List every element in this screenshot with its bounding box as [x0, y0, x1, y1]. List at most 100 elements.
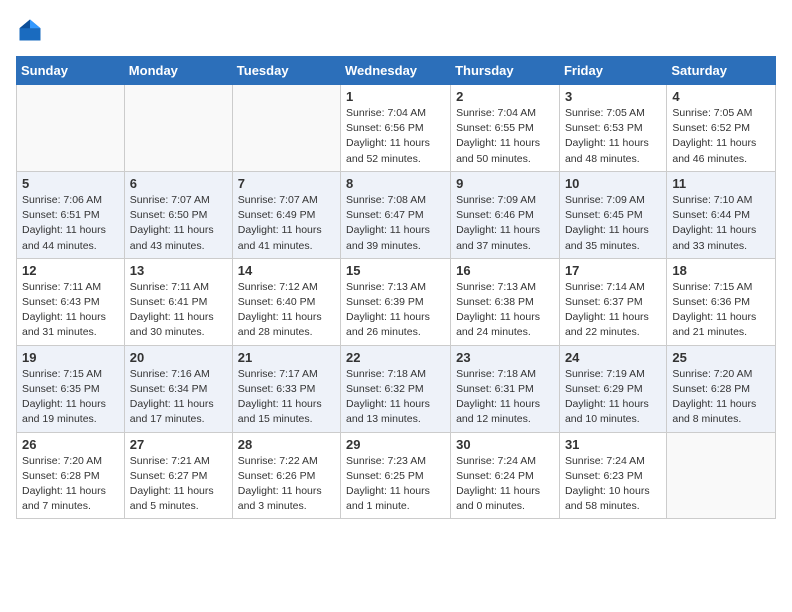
calendar-cell — [232, 85, 340, 172]
calendar-cell: 12 Sunrise: 7:11 AM Sunset: 6:43 PM Dayli… — [17, 258, 125, 345]
day-info: Sunrise: 7:05 AM Sunset: 6:52 PM Dayligh… — [672, 106, 770, 167]
day-info: Sunrise: 7:15 AM Sunset: 6:36 PM Dayligh… — [672, 280, 770, 341]
day-number: 24 — [565, 350, 661, 365]
day-info: Sunrise: 7:24 AM Sunset: 6:24 PM Dayligh… — [456, 454, 554, 515]
calendar-cell: 30Sunrise: 7:24 AM Sunset: 6:24 PM Dayli… — [451, 432, 560, 519]
calendar-cell: 28 Sunrise: 7:22 AM Sunset: 6:26 PM Dayli… — [232, 432, 340, 519]
day-number: 22 — [346, 350, 445, 365]
day-info: Sunrise: 7:23 AM Sunset: 6:25 PM Dayligh… — [346, 454, 445, 515]
calendar-cell: 14 Sunrise: 7:12 AM Sunset: 6:40 PM Dayli… — [232, 258, 340, 345]
calendar-cell: 25 Sunrise: 7:20 AM Sunset: 6:28 PM Dayli… — [667, 345, 776, 432]
day-number: 26 — [22, 437, 119, 452]
day-info: Sunrise: 7:09 AM Sunset: 6:46 PM Dayligh… — [456, 193, 554, 254]
calendar-cell: 26 Sunrise: 7:20 AM Sunset: 6:28 PM Dayli… — [17, 432, 125, 519]
weekday-header: Thursday — [451, 57, 560, 85]
weekday-header: Saturday — [667, 57, 776, 85]
day-info: Sunrise: 7:04 AM Sunset: 6:56 PM Dayligh… — [346, 106, 445, 167]
day-number: 2 — [456, 89, 554, 104]
calendar-cell: 23 Sunrise: 7:18 AM Sunset: 6:31 PM Dayli… — [451, 345, 560, 432]
day-info: Sunrise: 7:15 AM Sunset: 6:35 PM Dayligh… — [22, 367, 119, 428]
page-header — [16, 16, 776, 44]
calendar-cell: 3 Sunrise: 7:05 AM Sunset: 6:53 PM Daylig… — [559, 85, 666, 172]
day-info: Sunrise: 7:18 AM Sunset: 6:31 PM Dayligh… — [456, 367, 554, 428]
day-info: Sunrise: 7:12 AM Sunset: 6:40 PM Dayligh… — [238, 280, 335, 341]
day-number: 5 — [22, 176, 119, 191]
day-number: 16 — [456, 263, 554, 278]
day-number: 18 — [672, 263, 770, 278]
calendar-cell: 15 Sunrise: 7:13 AM Sunset: 6:39 PM Dayli… — [341, 258, 451, 345]
calendar-week-row: 12 Sunrise: 7:11 AM Sunset: 6:43 PM Dayli… — [17, 258, 776, 345]
day-info: Sunrise: 7:11 AM Sunset: 6:41 PM Dayligh… — [130, 280, 227, 341]
weekday-header: Wednesday — [341, 57, 451, 85]
day-info: Sunrise: 7:05 AM Sunset: 6:53 PM Dayligh… — [565, 106, 661, 167]
day-number: 8 — [346, 176, 445, 191]
weekday-header: Monday — [124, 57, 232, 85]
day-info: Sunrise: 7:17 AM Sunset: 6:33 PM Dayligh… — [238, 367, 335, 428]
calendar-cell: 29 Sunrise: 7:23 AM Sunset: 6:25 PM Dayli… — [341, 432, 451, 519]
calendar-cell: 11 Sunrise: 7:10 AM Sunset: 6:44 PM Dayli… — [667, 171, 776, 258]
calendar-cell — [124, 85, 232, 172]
calendar-week-row: 19 Sunrise: 7:15 AM Sunset: 6:35 PM Dayli… — [17, 345, 776, 432]
calendar-cell: 27 Sunrise: 7:21 AM Sunset: 6:27 PM Dayli… — [124, 432, 232, 519]
day-info: Sunrise: 7:10 AM Sunset: 6:44 PM Dayligh… — [672, 193, 770, 254]
day-info: Sunrise: 7:20 AM Sunset: 6:28 PM Dayligh… — [22, 454, 119, 515]
day-info: Sunrise: 7:08 AM Sunset: 6:47 PM Dayligh… — [346, 193, 445, 254]
day-number: 19 — [22, 350, 119, 365]
day-info: Sunrise: 7:07 AM Sunset: 6:49 PM Dayligh… — [238, 193, 335, 254]
calendar-cell: 9Sunrise: 7:09 AM Sunset: 6:46 PM Daylig… — [451, 171, 560, 258]
day-number: 3 — [565, 89, 661, 104]
day-number: 7 — [238, 176, 335, 191]
day-info: Sunrise: 7:20 AM Sunset: 6:28 PM Dayligh… — [672, 367, 770, 428]
calendar-cell: 18 Sunrise: 7:15 AM Sunset: 6:36 PM Dayli… — [667, 258, 776, 345]
calendar-cell: 20Sunrise: 7:16 AM Sunset: 6:34 PM Dayli… — [124, 345, 232, 432]
calendar-cell — [17, 85, 125, 172]
calendar-header-row: SundayMondayTuesdayWednesdayThursdayFrid… — [17, 57, 776, 85]
calendar-cell: 7 Sunrise: 7:07 AM Sunset: 6:49 PM Daylig… — [232, 171, 340, 258]
calendar-cell: 19 Sunrise: 7:15 AM Sunset: 6:35 PM Dayli… — [17, 345, 125, 432]
day-number: 20 — [130, 350, 227, 365]
calendar-week-row: 26 Sunrise: 7:20 AM Sunset: 6:28 PM Dayli… — [17, 432, 776, 519]
calendar-cell: 2 Sunrise: 7:04 AM Sunset: 6:55 PM Daylig… — [451, 85, 560, 172]
calendar-cell: 6 Sunrise: 7:07 AM Sunset: 6:50 PM Daylig… — [124, 171, 232, 258]
calendar-cell: 22 Sunrise: 7:18 AM Sunset: 6:32 PM Dayli… — [341, 345, 451, 432]
day-info: Sunrise: 7:18 AM Sunset: 6:32 PM Dayligh… — [346, 367, 445, 428]
calendar-cell: 13 Sunrise: 7:11 AM Sunset: 6:41 PM Dayli… — [124, 258, 232, 345]
logo-icon — [16, 16, 44, 44]
calendar-week-row: 5 Sunrise: 7:06 AM Sunset: 6:51 PM Daylig… — [17, 171, 776, 258]
day-number: 13 — [130, 263, 227, 278]
calendar-cell: 1 Sunrise: 7:04 AM Sunset: 6:56 PM Daylig… — [341, 85, 451, 172]
day-info: Sunrise: 7:04 AM Sunset: 6:55 PM Dayligh… — [456, 106, 554, 167]
day-info: Sunrise: 7:06 AM Sunset: 6:51 PM Dayligh… — [22, 193, 119, 254]
day-number: 15 — [346, 263, 445, 278]
day-info: Sunrise: 7:21 AM Sunset: 6:27 PM Dayligh… — [130, 454, 227, 515]
day-info: Sunrise: 7:11 AM Sunset: 6:43 PM Dayligh… — [22, 280, 119, 341]
calendar-cell: 10Sunrise: 7:09 AM Sunset: 6:45 PM Dayli… — [559, 171, 666, 258]
weekday-header: Tuesday — [232, 57, 340, 85]
day-number: 1 — [346, 89, 445, 104]
day-info: Sunrise: 7:07 AM Sunset: 6:50 PM Dayligh… — [130, 193, 227, 254]
day-number: 6 — [130, 176, 227, 191]
day-number: 17 — [565, 263, 661, 278]
day-info: Sunrise: 7:13 AM Sunset: 6:39 PM Dayligh… — [346, 280, 445, 341]
day-number: 14 — [238, 263, 335, 278]
calendar-cell — [667, 432, 776, 519]
calendar-week-row: 1 Sunrise: 7:04 AM Sunset: 6:56 PM Daylig… — [17, 85, 776, 172]
calendar-cell: 4 Sunrise: 7:05 AM Sunset: 6:52 PM Daylig… — [667, 85, 776, 172]
day-number: 23 — [456, 350, 554, 365]
day-info: Sunrise: 7:24 AM Sunset: 6:23 PM Dayligh… — [565, 454, 661, 515]
day-number: 4 — [672, 89, 770, 104]
calendar-cell: 16Sunrise: 7:13 AM Sunset: 6:38 PM Dayli… — [451, 258, 560, 345]
day-number: 25 — [672, 350, 770, 365]
day-info: Sunrise: 7:22 AM Sunset: 6:26 PM Dayligh… — [238, 454, 335, 515]
day-number: 29 — [346, 437, 445, 452]
day-number: 12 — [22, 263, 119, 278]
day-info: Sunrise: 7:19 AM Sunset: 6:29 PM Dayligh… — [565, 367, 661, 428]
calendar-cell: 24 Sunrise: 7:19 AM Sunset: 6:29 PM Dayli… — [559, 345, 666, 432]
day-number: 27 — [130, 437, 227, 452]
day-number: 11 — [672, 176, 770, 191]
day-number: 28 — [238, 437, 335, 452]
calendar-cell: 31Sunrise: 7:24 AM Sunset: 6:23 PM Dayli… — [559, 432, 666, 519]
calendar-cell: 21Sunrise: 7:17 AM Sunset: 6:33 PM Dayli… — [232, 345, 340, 432]
logo — [16, 16, 48, 44]
weekday-header: Friday — [559, 57, 666, 85]
